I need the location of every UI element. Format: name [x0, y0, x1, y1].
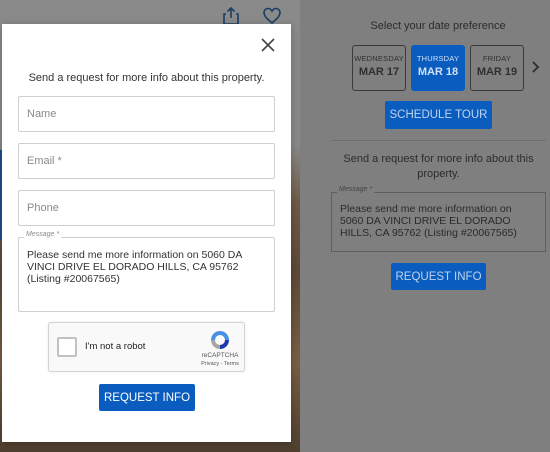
share-icon[interactable] — [221, 6, 241, 26]
message-text: Please send me more information on 5060 … — [27, 249, 242, 285]
phone-field[interactable] — [18, 190, 275, 226]
panel-message-label: Message * — [337, 186, 375, 193]
panel-request-text: Send a request for more info about this … — [343, 153, 534, 180]
date-value: MAR 18 — [417, 66, 459, 78]
name-field[interactable] — [18, 96, 275, 132]
panel-message-text: Please send me more information on 5060 … — [340, 203, 517, 239]
panel-request-info-button[interactable]: REQUEST INFO — [391, 263, 486, 290]
panel-message-field[interactable]: Please send me more information on 5060 … — [331, 192, 546, 252]
message-field[interactable]: Please send me more information on 5060 … — [18, 237, 275, 312]
heart-icon[interactable] — [262, 6, 282, 26]
recaptcha-brand: reCAPTCHA — [201, 352, 239, 359]
phone-input[interactable] — [19, 191, 274, 225]
date-value: MAR 19 — [476, 66, 518, 78]
message-label: Message * — [24, 231, 62, 238]
recaptcha-widget: I'm not a robot reCAPTCHA Privacy - Term… — [48, 322, 245, 372]
panel-divider — [331, 140, 546, 141]
recaptcha-label: I'm not a robot — [85, 341, 146, 352]
email-input[interactable] — [19, 144, 274, 178]
schedule-tour-button[interactable]: SCHEDULE TOUR — [385, 101, 492, 129]
recaptcha-links[interactable]: Privacy - Terms — [197, 361, 243, 367]
recaptcha-logo-icon — [208, 329, 232, 351]
date-day: THURSDAY — [416, 54, 460, 63]
close-icon[interactable] — [259, 36, 277, 54]
date-card-friday[interactable]: FRIDAY MAR 19 — [470, 45, 524, 91]
date-preference-label: Select your date preference — [370, 20, 506, 32]
date-value: MAR 17 — [358, 66, 400, 78]
email-field[interactable] — [18, 143, 275, 179]
date-card-wednesday[interactable]: WEDNESDAY MAR 17 — [352, 45, 406, 91]
request-info-button[interactable]: REQUEST INFO — [99, 384, 195, 411]
date-selector: WEDNESDAY MAR 17 THURSDAY MAR 18 FRIDAY … — [352, 45, 524, 91]
date-card-thursday[interactable]: THURSDAY MAR 18 — [411, 45, 465, 91]
chevron-right-icon[interactable] — [530, 60, 540, 76]
date-day: WEDNESDAY — [354, 54, 404, 63]
recaptcha-checkbox[interactable] — [57, 337, 77, 357]
date-day: FRIDAY — [482, 54, 512, 63]
request-info-modal: Send a request for more info about this … — [2, 24, 291, 442]
name-input[interactable] — [19, 97, 274, 131]
modal-intro-text: Send a request for more info about this … — [28, 72, 265, 84]
